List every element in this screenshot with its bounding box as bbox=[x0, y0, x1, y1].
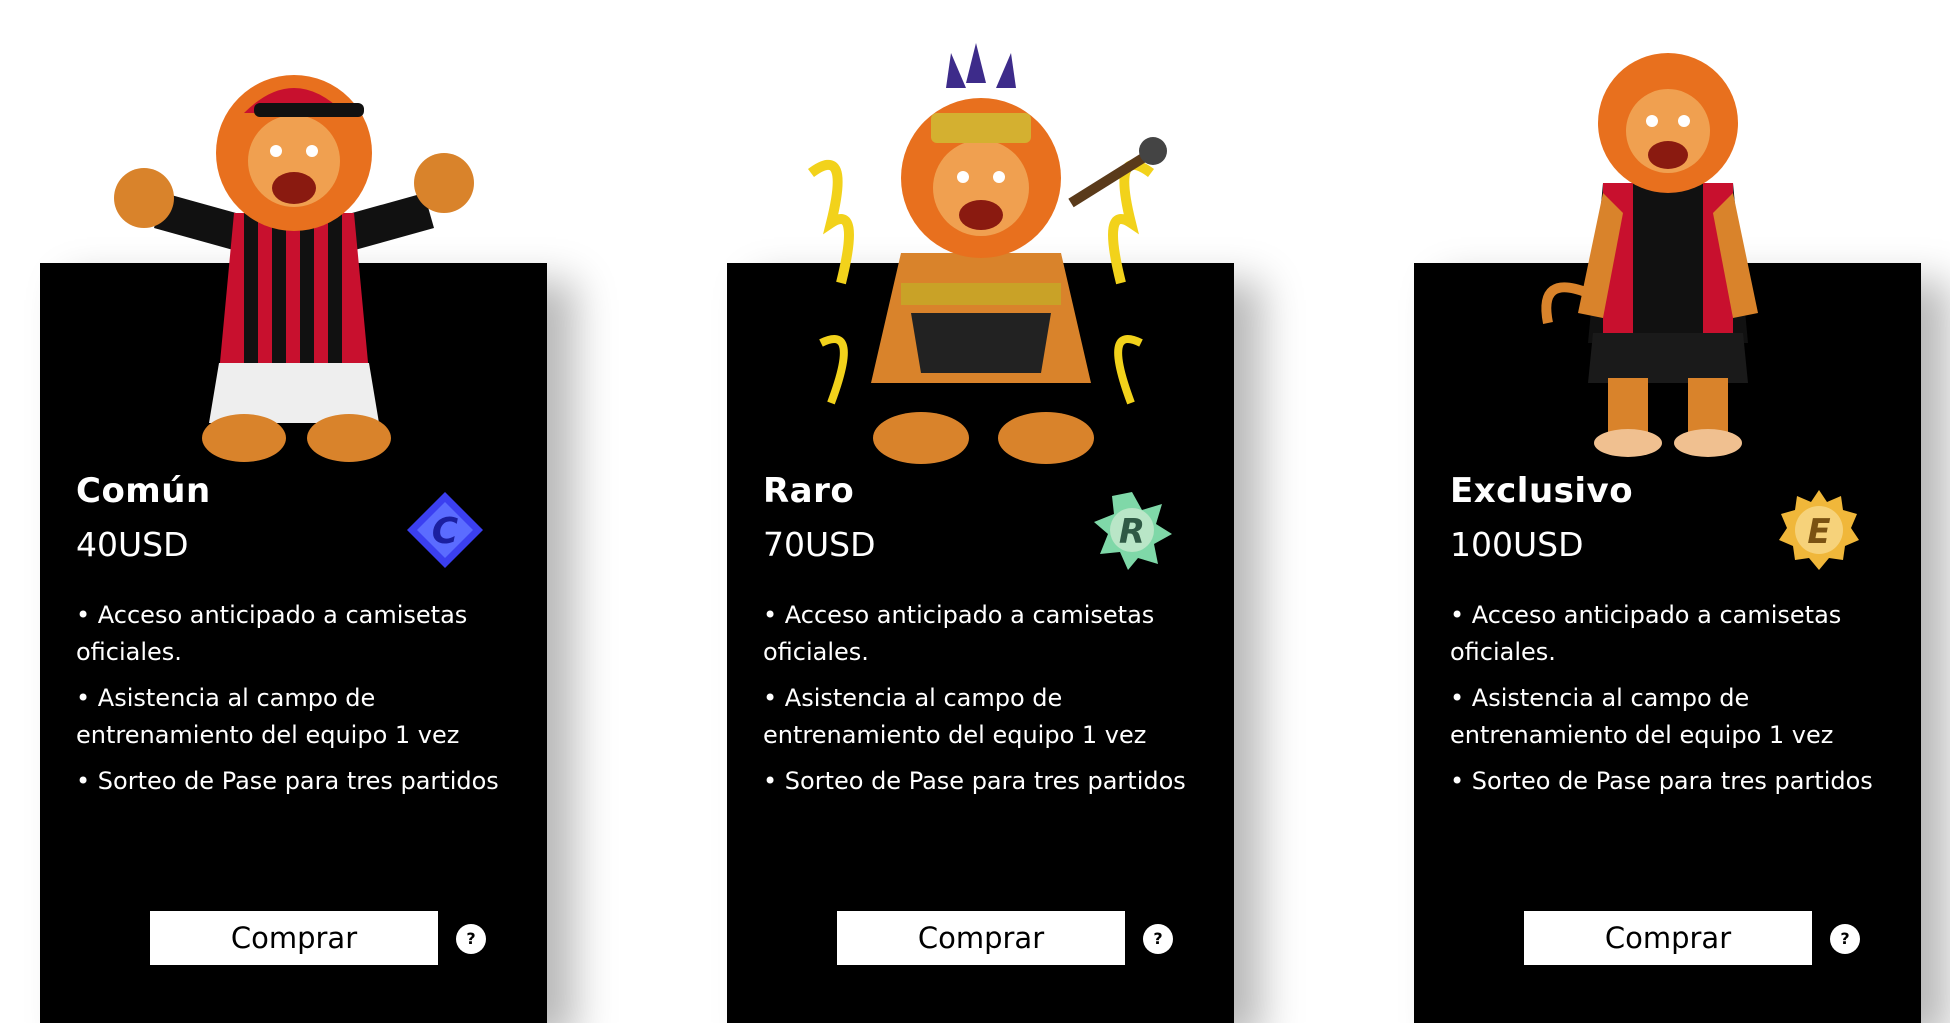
benefit-item: Acceso anticipado a camisetas oficiales. bbox=[1450, 597, 1890, 671]
benefit-item: Sorteo de Pase para tres partidos bbox=[763, 763, 1203, 800]
tier-name: Exclusivo bbox=[1450, 471, 1634, 511]
benefit-item: Asistencia al campo de entrenamiento del… bbox=[76, 680, 516, 754]
benefit-item: Sorteo de Pase para tres partidos bbox=[76, 763, 516, 800]
rarity-badge-r-icon: R bbox=[1090, 488, 1174, 572]
benefit-item: Sorteo de Pase para tres partidos bbox=[1450, 763, 1890, 800]
tier-name: Raro bbox=[763, 471, 855, 511]
buy-button[interactable]: Comprar bbox=[1524, 911, 1812, 965]
benefit-item: Acceso anticipado a camisetas oficiales. bbox=[76, 597, 516, 671]
benefit-item: Asistencia al campo de entrenamiento del… bbox=[763, 680, 1203, 754]
tier-name: Común bbox=[76, 471, 211, 511]
tier-price: 40USD bbox=[76, 525, 189, 564]
tier-price: 100USD bbox=[1450, 525, 1584, 564]
benefit-item: Asistencia al campo de entrenamiento del… bbox=[1450, 680, 1890, 754]
tier-price: 70USD bbox=[763, 525, 876, 564]
benefits-list: Acceso anticipado a camisetas oficiales.… bbox=[76, 597, 516, 809]
benefit-item: Acceso anticipado a camisetas oficiales. bbox=[763, 597, 1203, 671]
svg-text:C: C bbox=[432, 511, 459, 552]
benefits-list: Acceso anticipado a camisetas oficiales.… bbox=[1450, 597, 1890, 809]
buy-button[interactable]: Comprar bbox=[150, 911, 438, 965]
lion-mascot-icon bbox=[791, 43, 1171, 464]
question-icon[interactable]: ? bbox=[1143, 924, 1173, 954]
svg-text:E: E bbox=[1807, 512, 1830, 552]
lion-mascot-icon bbox=[104, 43, 484, 463]
tier-card-raro: Raro 70USD R Acceso anticipado a camiset… bbox=[727, 43, 1234, 1023]
question-icon[interactable]: ? bbox=[456, 924, 486, 954]
buy-button[interactable]: Comprar bbox=[837, 911, 1125, 965]
benefits-list: Acceso anticipado a camisetas oficiales.… bbox=[763, 597, 1203, 809]
tier-card-comun: Común 40USD C Acceso anticipado a camise… bbox=[40, 75, 547, 1023]
tier-card-exclusivo: Exclusivo 100USD E Acceso anticipado a c… bbox=[1414, 53, 1921, 1023]
question-icon[interactable]: ? bbox=[1830, 924, 1860, 954]
svg-text:R: R bbox=[1119, 512, 1145, 552]
rarity-badge-c-icon: C bbox=[403, 488, 487, 572]
rarity-badge-e-icon: E bbox=[1777, 488, 1861, 572]
lion-mascot-icon bbox=[1478, 43, 1858, 463]
